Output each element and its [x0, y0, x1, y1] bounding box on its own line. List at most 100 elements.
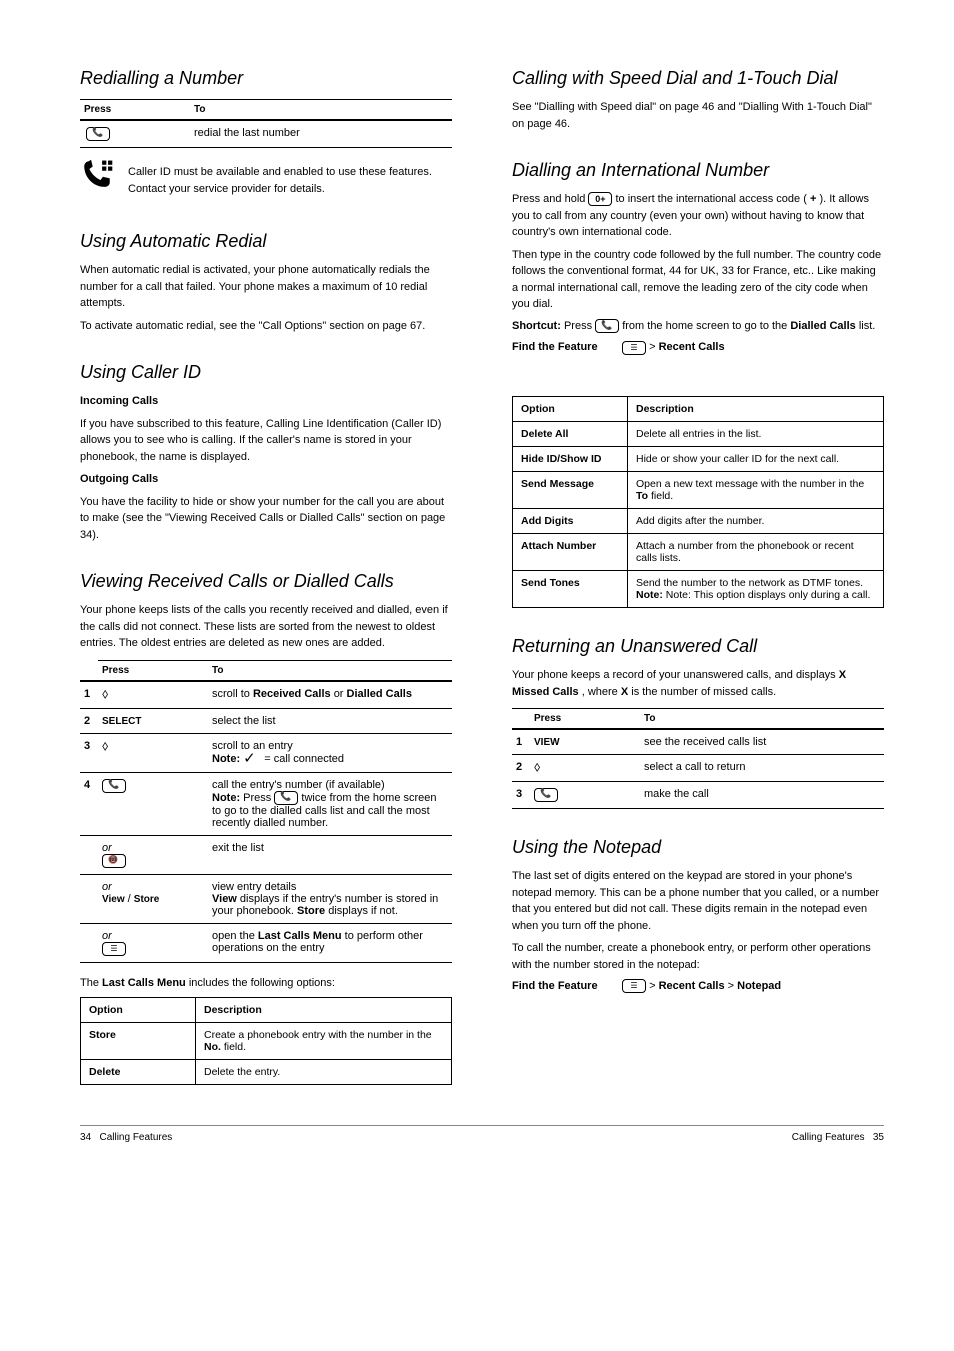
opt-adddigits-desc: Add digits after the number.: [628, 509, 884, 534]
softkey-view: VIEW: [534, 737, 560, 748]
heading-speed-dial: Calling with Speed Dial and 1-Touch Dial: [512, 68, 884, 89]
options-table-right: Option Description Delete All Delete all…: [512, 396, 884, 608]
find-feature-row: Find the Feature > Recent Calls: [512, 340, 884, 356]
press-cell: [98, 772, 208, 835]
to-cell: open the Last Calls Menu to perform othe…: [208, 923, 452, 962]
store-label: Store: [297, 905, 325, 917]
press-cell: or View / Store: [98, 874, 208, 923]
step-num: 3: [80, 733, 98, 772]
shortcut-label: Shortcut:: [512, 320, 561, 332]
redial-step-table: Press To redial the last number: [80, 99, 452, 148]
text: Create a phonebook entry with the number…: [204, 1029, 432, 1041]
notepad-p1: The last set of digits entered on the ke…: [512, 868, 884, 934]
text: Your phone keeps a record of your unansw…: [512, 669, 836, 681]
heading-auto-redial: Using Automatic Redial: [80, 231, 452, 252]
opt-sendmsg-desc: Open a new text message with the number …: [628, 472, 884, 509]
heading-returning: Returning an Unanswered Call: [512, 636, 884, 657]
bold-received: Received Calls: [253, 688, 331, 700]
opt-store: Store: [81, 1023, 196, 1060]
footer-label-left: Calling Features: [99, 1132, 172, 1143]
to-cell: exit the list: [208, 835, 452, 874]
sub-incoming: Incoming Calls: [80, 395, 158, 407]
notepad-find: Find the Feature > Recent Calls > Notepa…: [512, 979, 884, 995]
step-num: 2: [80, 708, 98, 733]
to-cell: redial the last number: [190, 120, 452, 148]
press-cell: or: [98, 835, 208, 874]
menu-icon: [622, 341, 646, 355]
th-press: Press: [530, 709, 640, 730]
text: field.: [651, 490, 673, 502]
recent-calls-bold: Recent Calls: [659, 980, 725, 992]
page-number-right: 35: [873, 1132, 884, 1143]
note-label: Note:: [212, 752, 240, 764]
th-blank: [512, 709, 530, 730]
th-to: To: [208, 660, 452, 681]
press-cell: [80, 120, 190, 148]
press-cell: [530, 755, 640, 782]
press-cell: VIEW: [530, 729, 640, 755]
text: The: [80, 977, 102, 989]
right-column: Calling with Speed Dial and 1-Touch Dial…: [512, 40, 884, 1085]
or-text: or: [102, 881, 112, 893]
nav-icon: [102, 740, 116, 754]
to-cell: make the call: [640, 782, 884, 809]
opt-hideid: Hide ID/Show ID: [513, 447, 628, 472]
text: Press: [564, 320, 595, 332]
plus-text: +: [810, 193, 816, 205]
viewing-p1: Your phone keeps lists of the calls you …: [80, 602, 452, 652]
or-text: or: [102, 930, 112, 942]
find-label: Find the Feature: [512, 980, 598, 992]
send-icon: [86, 127, 110, 141]
or-text: or: [102, 842, 112, 854]
text: , where: [582, 686, 621, 698]
page-footer: 34 Calling Features Calling Features 35: [80, 1125, 884, 1143]
heading-redialling: Redialling a Number: [80, 68, 452, 89]
to-cell: see the received calls list: [640, 729, 884, 755]
dialled-bold: Dialled Calls: [790, 320, 855, 332]
th-to: To: [190, 100, 452, 121]
missed-steps-table: Press To 1 VIEW see the received calls l…: [512, 708, 884, 809]
recent-calls-bold: Recent Calls: [659, 341, 725, 353]
text: >: [728, 980, 737, 992]
to-cell: scroll to an entry Note: = call connecte…: [208, 733, 452, 772]
opt-sendmsg: Send Message: [513, 472, 628, 509]
th-option: Option: [513, 397, 628, 422]
to-cell: view entry details View displays if the …: [208, 874, 452, 923]
feature-text: Caller ID must be available and enabled …: [128, 164, 452, 197]
text: list.: [859, 320, 876, 332]
to-cell: scroll to Received Calls or Dialled Call…: [208, 681, 452, 709]
lcm-bold: Last Calls Menu: [102, 977, 186, 989]
step-num: 4: [80, 772, 98, 835]
to-cell: call the entry's number (if available) N…: [208, 772, 452, 835]
find-label: Find the Feature: [512, 341, 598, 353]
incoming-text: If you have subscribed to this feature, …: [80, 416, 452, 466]
press-cell: or: [98, 923, 208, 962]
send-icon: [534, 788, 558, 802]
text: >: [649, 980, 658, 992]
step-num: 3: [512, 782, 530, 809]
phone-feature-icon: [80, 158, 114, 195]
send-icon: [274, 791, 298, 805]
opt-sendtones: Send Tones: [513, 571, 628, 608]
press-cell: SELECT: [98, 708, 208, 733]
press-cell: [530, 782, 640, 809]
th-press: Press: [80, 100, 190, 121]
th-desc: Description: [628, 397, 884, 422]
feature-callerid-note: Caller ID must be available and enabled …: [80, 158, 452, 203]
text: >: [649, 341, 658, 353]
th-to: To: [640, 709, 884, 730]
text: Press and hold: [512, 193, 588, 205]
to-cell: select the list: [208, 708, 452, 733]
shortcut-note: Shortcut: Press from the home screen to …: [512, 319, 884, 335]
th-press: Press: [98, 660, 208, 681]
send-icon: [595, 319, 619, 333]
text: field.: [224, 1041, 246, 1053]
x-bold: X: [621, 686, 628, 698]
send-icon: [102, 779, 126, 793]
to-bold: To: [636, 490, 648, 502]
intl-p1: Press and hold to insert the internation…: [512, 191, 884, 241]
notepad-p2: To call the number, create a phonebook e…: [512, 940, 884, 973]
lcm-caption: The Last Calls Menu includes the followi…: [80, 975, 452, 992]
note-label: Note:: [212, 791, 240, 803]
step-num: 1: [512, 729, 530, 755]
